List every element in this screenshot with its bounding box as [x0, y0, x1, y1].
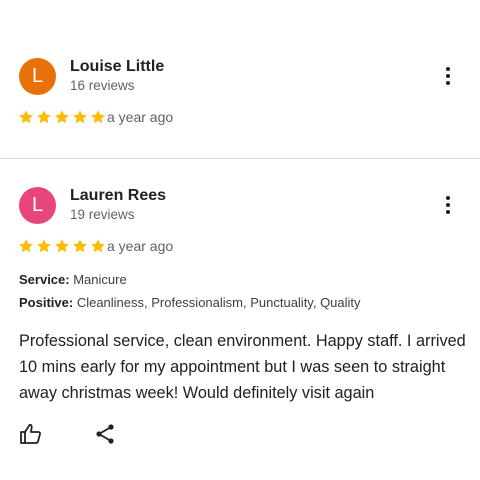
positive-label: Positive: — [19, 295, 74, 310]
star-rating — [18, 109, 106, 127]
more-vert-icon — [446, 67, 450, 71]
review-date: a year ago — [107, 109, 174, 125]
star-icon — [37, 239, 51, 253]
star-icon — [19, 239, 33, 253]
review-text: Professional service, clean environment.… — [19, 332, 466, 402]
share-icon — [96, 424, 114, 444]
star-icon — [19, 110, 33, 124]
reviewer-name[interactable]: Louise Little — [70, 58, 164, 76]
star-icon — [55, 110, 69, 124]
more-vert-icon — [446, 196, 450, 200]
star-rating — [18, 238, 106, 256]
reviewer-name[interactable]: Lauren Rees — [70, 187, 166, 205]
service-value: Manicure — [73, 272, 127, 287]
positive-line: Positive: Cleanliness, Professionalism, … — [19, 295, 361, 310]
star-icon — [91, 110, 105, 124]
reviewer-review-count: 19 reviews — [70, 207, 135, 222]
service-label: Service: — [19, 272, 70, 287]
avatar[interactable]: L — [19, 58, 56, 95]
review-date: a year ago — [107, 238, 174, 254]
thumb-up-icon — [20, 424, 41, 444]
divider — [0, 158, 480, 159]
avatar[interactable]: L — [19, 187, 56, 224]
more-options-button[interactable] — [438, 193, 458, 217]
positive-value: Cleanliness, Professionalism, Punctualit… — [76, 295, 361, 310]
star-icon — [91, 239, 105, 253]
star-icon — [37, 110, 51, 124]
service-line: Service: Manicure — [19, 272, 127, 287]
star-icon — [73, 110, 87, 124]
share-button[interactable] — [93, 422, 117, 446]
reviewer-review-count: 16 reviews — [70, 78, 135, 93]
star-icon — [55, 239, 69, 253]
like-button[interactable] — [19, 422, 43, 446]
more-options-button[interactable] — [438, 64, 458, 88]
star-icon — [73, 239, 87, 253]
